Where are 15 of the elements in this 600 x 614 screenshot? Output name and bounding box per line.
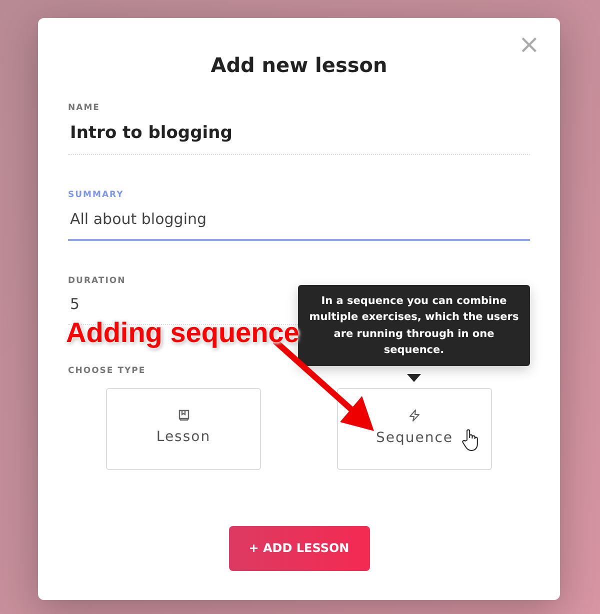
book-icon bbox=[178, 409, 190, 421]
add-lesson-button[interactable]: + ADD LESSON bbox=[228, 526, 370, 570]
input-field[interactable]: Intro to blogging bbox=[68, 114, 530, 156]
bolt-icon bbox=[408, 408, 421, 422]
dialog-title: Add new lesson bbox=[210, 52, 388, 79]
hand-cursor-icon bbox=[462, 428, 480, 452]
field-label: SUMMARY bbox=[68, 189, 125, 202]
field-label: NAME bbox=[68, 102, 101, 115]
field-label: DURATION bbox=[68, 274, 127, 288]
input-field[interactable]: All about blogging bbox=[68, 202, 530, 240]
tooltip-arrow-icon bbox=[407, 374, 421, 382]
type-option[interactable]: Sequence bbox=[337, 388, 492, 470]
type-option[interactable]: Lesson bbox=[106, 388, 261, 470]
tooltip: In a sequence you can combine multiple exercises, which the users are running through in one sequence. bbox=[298, 285, 530, 366]
section-label: CHOOSE TYPE bbox=[68, 364, 147, 378]
